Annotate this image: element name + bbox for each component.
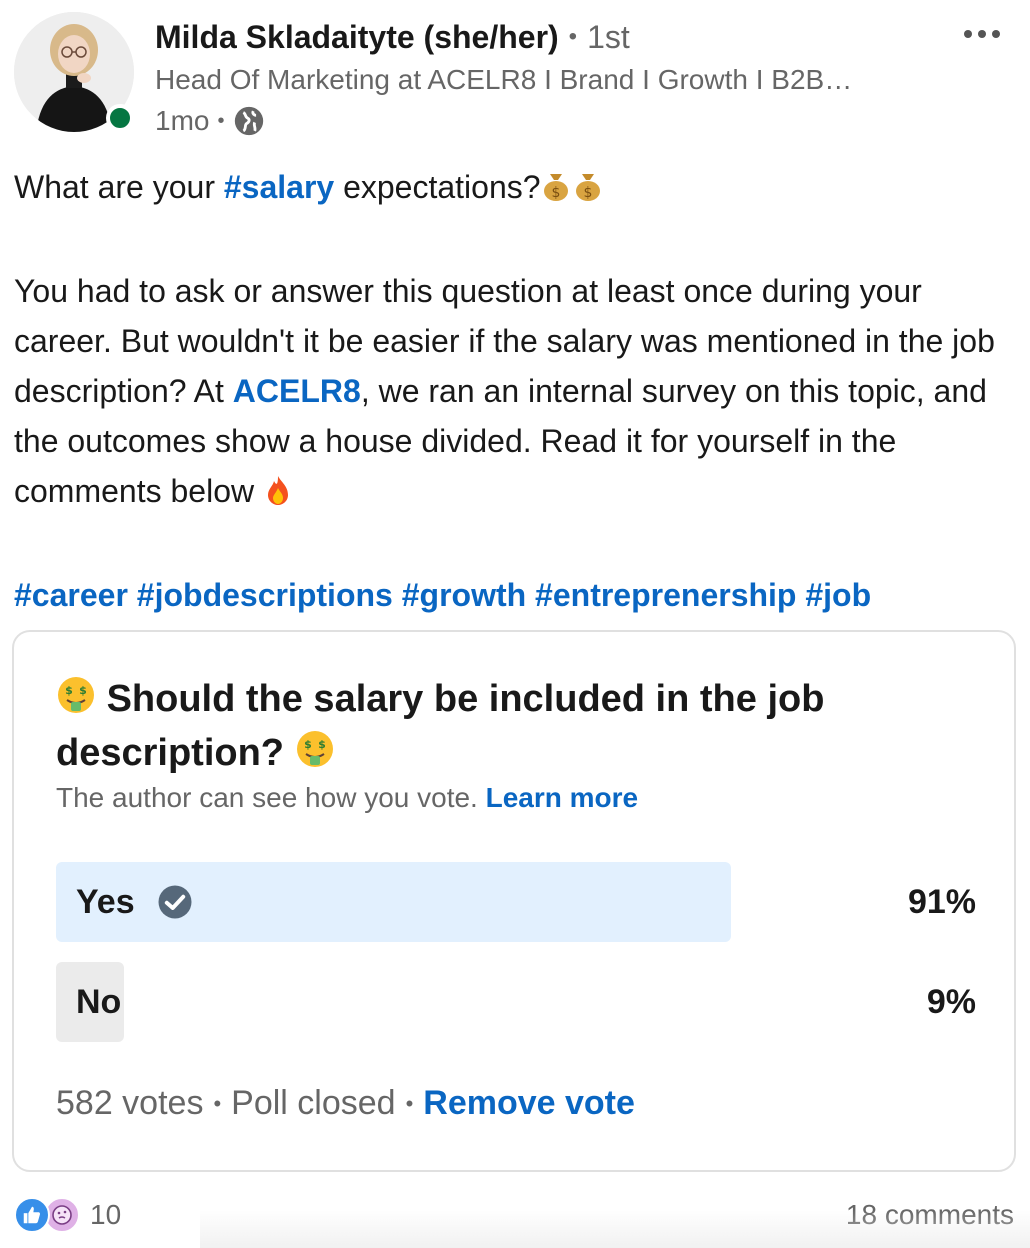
svg-text:$: $ — [304, 738, 312, 751]
online-status-icon — [106, 104, 134, 132]
post-meta: 1mo • — [155, 100, 955, 142]
more-horizontal-icon — [964, 30, 972, 38]
more-options-button[interactable] — [952, 18, 1012, 50]
author-info: Milda Skladaityte (she/her) • 1st Head O… — [155, 14, 955, 142]
post-text: What are your #salary expectations? $ $ Yo… — [14, 162, 1014, 620]
poll-status: Poll closed — [231, 1084, 396, 1122]
svg-text:$: $ — [65, 684, 73, 697]
poll-card: $ $ Should the salary be included in the … — [12, 630, 1016, 1172]
hashtag-link[interactable]: #jobdescriptions — [137, 577, 393, 613]
hashtag-list: #career #jobdescriptions #growth #entrep… — [14, 570, 1014, 620]
post-paragraph-2: You had to ask or answer this question a… — [14, 266, 1014, 520]
post-text-segment: expectations? — [334, 169, 541, 205]
poll-option-label: Yes — [76, 883, 135, 921]
connection-degree: 1st — [587, 18, 630, 55]
author-avatar-wrap[interactable] — [14, 12, 134, 132]
svg-text:$: $ — [79, 684, 87, 697]
poll-footer: 582 votes • Poll closed • Remove vote — [56, 1084, 635, 1123]
poll-option-label: No — [76, 983, 122, 1021]
globe-icon — [232, 104, 266, 138]
money-bag-emoji: $ — [541, 166, 571, 216]
separator-dot: • — [217, 109, 225, 132]
fire-emoji — [263, 470, 293, 520]
post-text-segment: What are your — [14, 169, 224, 205]
separator-dot: • — [405, 1090, 414, 1116]
hashtag-link[interactable]: #growth — [402, 577, 526, 613]
author-name-line: Milda Skladaityte (she/her) • 1st — [155, 14, 955, 60]
more-horizontal-icon — [978, 30, 986, 38]
reaction-count: 10 — [90, 1199, 122, 1230]
like-icon — [14, 1197, 50, 1233]
remove-vote-button[interactable]: Remove vote — [423, 1084, 635, 1123]
money-mouth-face-emoji: $ $ — [56, 675, 96, 728]
checkmark-circle-icon — [157, 884, 193, 920]
company-mention-link[interactable]: ACELR8 — [233, 373, 361, 409]
separator-dot: • — [568, 23, 578, 50]
poll-option-label-wrap: Yes — [76, 862, 193, 942]
poll-option-percent: 91% — [907, 883, 976, 921]
poll-question: $ $ Should the salary be included in the … — [56, 674, 956, 782]
hashtag-link[interactable]: #job — [805, 577, 871, 613]
poll-option-percent: 9% — [926, 983, 976, 1021]
comments-count-link[interactable]: 18 comments — [846, 1192, 1014, 1238]
more-horizontal-icon — [992, 30, 1000, 38]
learn-more-link[interactable]: Learn more — [486, 782, 639, 813]
money-bag-emoji: $ — [571, 166, 605, 216]
money-mouth-face-emoji: $ $ — [295, 729, 335, 782]
poll-vote-count[interactable]: 582 votes — [56, 1084, 203, 1123]
author-name[interactable]: Milda Skladaityte (she/her) — [155, 19, 559, 56]
poll-option-yes[interactable]: Yes 91% — [56, 862, 976, 942]
hashtag-link[interactable]: #entreprenership — [535, 577, 796, 613]
poll-option-label-wrap: No — [76, 962, 121, 1042]
poll-privacy-note: The author can see how you vote. Learn m… — [56, 782, 638, 814]
separator-dot: • — [213, 1090, 222, 1116]
reactions-summary[interactable]: 10 — [14, 1192, 121, 1238]
poll-option-no[interactable]: No 9% — [56, 962, 976, 1042]
hashtag-link[interactable]: #career — [14, 577, 128, 613]
post-time: 1mo — [155, 105, 210, 136]
svg-text:$: $ — [551, 185, 560, 201]
svg-text:$: $ — [318, 738, 326, 751]
svg-text:$: $ — [583, 185, 592, 201]
poll-note-text: The author can see how you vote. — [56, 782, 478, 813]
poll-question-text: Should the salary be included in the job… — [56, 678, 825, 774]
hashtag-link[interactable]: #salary — [224, 169, 334, 205]
social-counts-bar: 10 18 comments — [14, 1192, 1014, 1238]
post-line-1: What are your #salary expectations? $ $ — [14, 162, 1014, 216]
author-headline: Head Of Marketing at ACELR8 I Brand I Gr… — [155, 64, 853, 95]
